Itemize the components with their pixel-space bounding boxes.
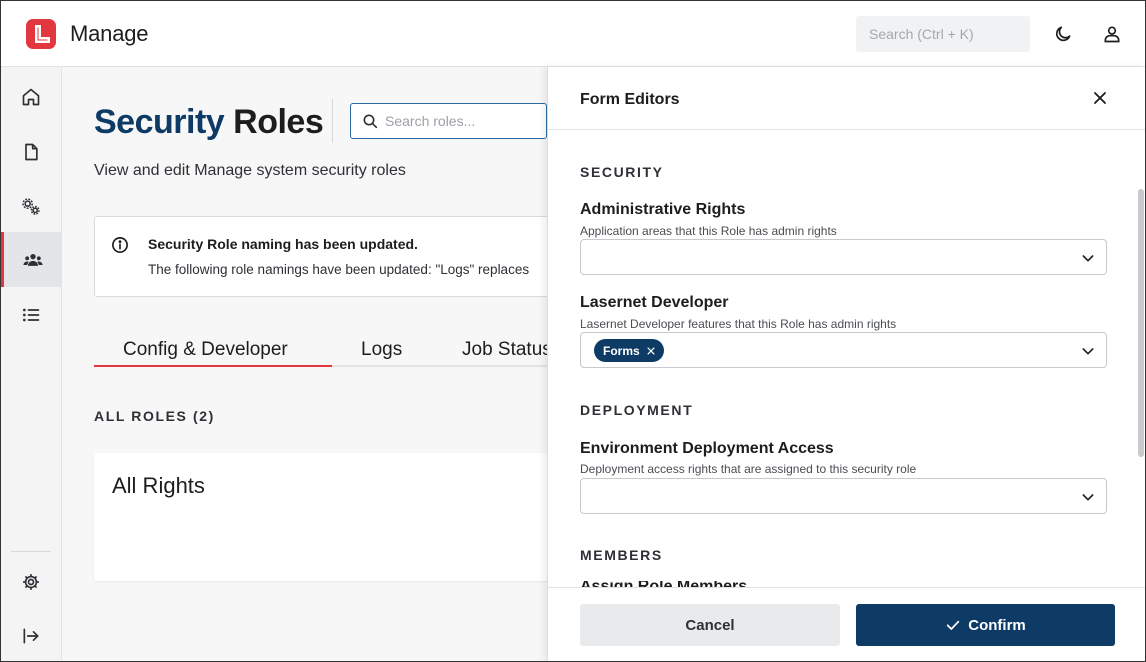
role-card-title: All Rights: [112, 473, 205, 498]
confirm-button[interactable]: Confirm: [856, 604, 1115, 646]
checkmark-icon: [947, 620, 960, 630]
sidebar: [1, 67, 62, 661]
top-bar: Manage Search (Ctrl + K): [1, 1, 1145, 67]
role-card[interactable]: All Rights: [94, 453, 547, 581]
info-icon: [112, 237, 128, 253]
drawer-body: SECURITY Administrative Rights Applicati…: [548, 131, 1145, 587]
form-editors-drawer: Form Editors SECURITY Administrative Rig…: [547, 67, 1145, 661]
notice-title: Security Role naming has been updated.: [148, 236, 418, 252]
app-window: Manage Search (Ctrl + K) Security Roles …: [0, 0, 1146, 662]
tab-logs[interactable]: Logs: [361, 339, 402, 361]
forms-chip: Forms: [594, 339, 664, 362]
moon-icon[interactable]: [1053, 24, 1073, 44]
notice-body: The following role namings have been upd…: [148, 262, 530, 277]
chevron-down-icon: [1082, 255, 1094, 262]
tab-bar: Config & Developer Logs Job Status: [94, 333, 547, 367]
drawer-scrollbar[interactable]: [1138, 189, 1144, 457]
lasernet-developer-description: Lasernet Developer features that this Ro…: [580, 317, 897, 331]
chevron-down-icon: [1082, 348, 1094, 355]
app-title: Manage: [70, 21, 149, 46]
sidebar-item-list[interactable]: [1, 287, 61, 342]
drawer-footer: Cancel Confirm: [548, 587, 1145, 661]
confirm-button-label: Confirm: [968, 616, 1026, 634]
role-search-box[interactable]: [350, 103, 547, 139]
lasernet-developer-select[interactable]: Forms: [580, 332, 1107, 368]
section-members: MEMBERS: [580, 547, 663, 563]
app-logo[interactable]: [25, 18, 57, 50]
cogs-icon: [22, 197, 40, 215]
users-icon: [22, 253, 43, 266]
sidebar-item-security-roles[interactable]: [1, 232, 61, 287]
page-title: Security Roles: [94, 103, 324, 141]
sidebar-item-settings[interactable]: [1, 554, 61, 609]
search-icon: [363, 114, 378, 129]
admin-rights-description: Application areas that this Role has adm…: [580, 224, 837, 238]
user-icon[interactable]: [1102, 24, 1122, 44]
main-content: Security Roles View and edit Manage syst…: [62, 67, 547, 661]
lasernet-developer-label: Lasernet Developer: [580, 294, 729, 311]
tab-config-developer[interactable]: Config & Developer: [123, 339, 288, 361]
settings-icon: [23, 573, 39, 590]
list-icon: [23, 308, 40, 321]
close-icon[interactable]: [1090, 88, 1110, 108]
chevron-down-icon: [1082, 494, 1094, 501]
cancel-button[interactable]: Cancel: [580, 604, 840, 646]
active-tab-indicator: [94, 365, 332, 367]
expand-icon: [23, 628, 39, 643]
global-search-input[interactable]: Search (Ctrl + K): [856, 16, 1030, 52]
drawer-title: Form Editors: [580, 91, 680, 108]
title-divider: [332, 99, 333, 143]
home-icon: [22, 88, 40, 105]
document-icon: [25, 143, 38, 160]
sidebar-item-configuration[interactable]: [1, 179, 61, 234]
chip-remove-icon[interactable]: [646, 346, 656, 356]
tab-job-status[interactable]: Job Status: [462, 339, 547, 361]
admin-rights-select[interactable]: [580, 239, 1107, 275]
section-security: SECURITY: [580, 164, 664, 180]
sidebar-item-home[interactable]: [1, 69, 61, 124]
all-roles-label: ALL ROLES (2): [94, 408, 215, 424]
environment-deployment-select[interactable]: [580, 478, 1107, 514]
section-deployment: DEPLOYMENT: [580, 402, 694, 418]
page-subtitle: View and edit Manage system security rol…: [94, 162, 406, 179]
info-notice: Security Role naming has been updated. T…: [94, 216, 547, 297]
chip-label: Forms: [603, 343, 640, 358]
sidebar-item-documents[interactable]: [1, 124, 61, 179]
drawer-header: Form Editors: [548, 67, 1145, 130]
environment-deployment-description: Deployment access rights that are assign…: [580, 462, 917, 476]
environment-deployment-label: Environment Deployment Access: [580, 440, 834, 457]
sidebar-divider: [11, 551, 51, 552]
role-search-input[interactable]: [385, 110, 535, 132]
admin-rights-label: Administrative Rights: [580, 201, 746, 218]
sidebar-item-expand[interactable]: [1, 608, 61, 661]
